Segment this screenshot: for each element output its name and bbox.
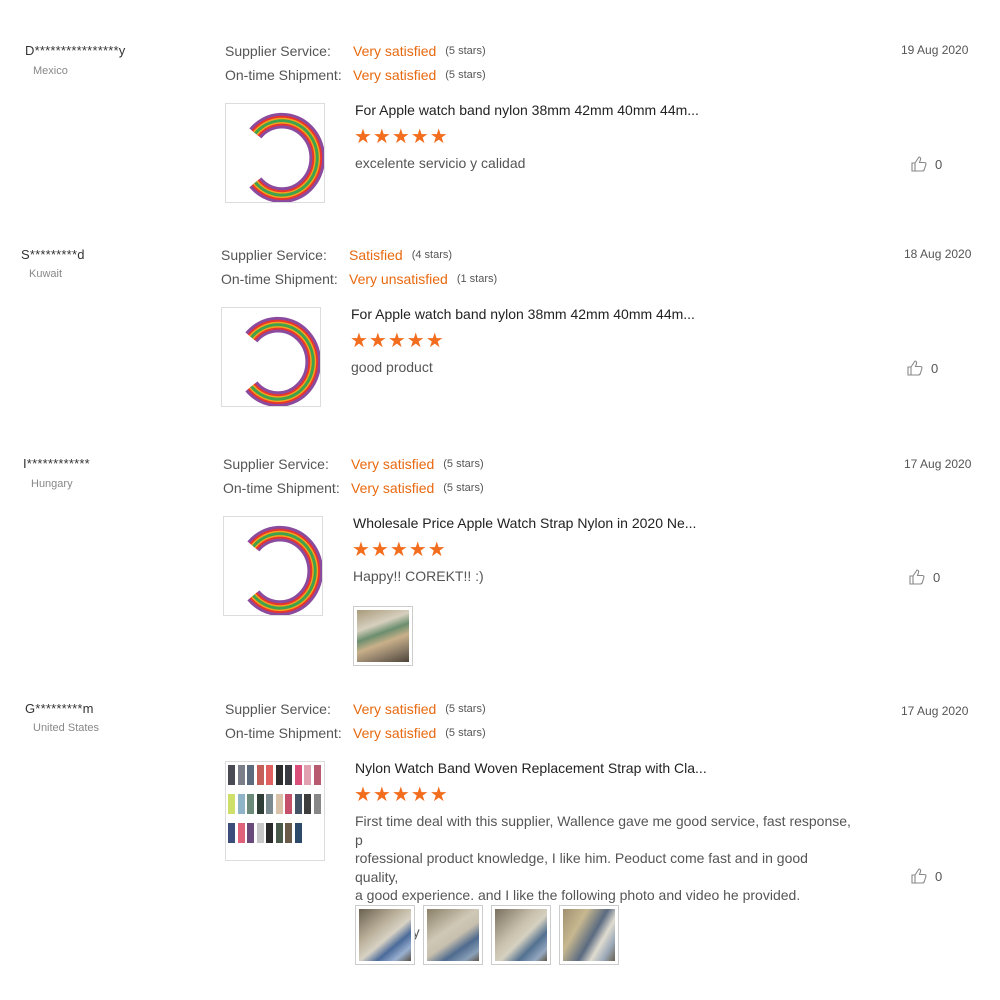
review-text-line: rofessional product knowledge, I like hi… xyxy=(355,850,808,885)
product-thumbnail[interactable] xyxy=(221,307,321,407)
review-date: 17 Aug 2020 xyxy=(904,457,972,471)
product-star-rating: ★★★★★ xyxy=(352,539,447,561)
like-button[interactable]: 0 xyxy=(908,568,940,586)
supplier-service-value: Very satisfied xyxy=(353,701,437,717)
review-date: 17 Aug 2020 xyxy=(901,704,969,718)
rainbow-watch-band-icon xyxy=(247,525,322,615)
like-count: 0 xyxy=(935,868,943,884)
supplier-service-value: Very satisfied xyxy=(351,456,435,472)
seller-ratings: Supplier Service: Satisfied (4 stars) On-t… xyxy=(221,243,497,291)
rainbow-watch-band-icon xyxy=(249,112,324,202)
like-count: 0 xyxy=(933,569,941,585)
supplier-service-label: Supplier Service: xyxy=(225,701,331,717)
thumbs-up-icon xyxy=(909,569,925,585)
supplier-service-value: Satisfied xyxy=(349,247,403,263)
shipment-label: On-time Shipment: xyxy=(223,480,340,496)
product-title[interactable]: For Apple watch band nylon 38mm 42mm 40m… xyxy=(355,102,699,118)
product-title[interactable]: For Apple watch band nylon 38mm 42mm 40m… xyxy=(351,306,695,322)
review-text: Happy!! COREKT!! :) xyxy=(353,568,484,584)
reviewer-country: Mexico xyxy=(33,65,68,77)
shipment-label: On-time Shipment: xyxy=(225,67,342,83)
review-photo-image xyxy=(495,909,547,961)
shipment-label: On-time Shipment: xyxy=(225,725,342,741)
shipment-stars: (1 stars) xyxy=(456,273,498,285)
reviewer-name: I************ xyxy=(23,456,90,471)
reviewer-country: Kuwait xyxy=(29,268,63,280)
like-button[interactable]: 0 xyxy=(906,359,938,377)
review-text: excelente servicio y calidad xyxy=(355,155,526,171)
review-text: good product xyxy=(351,359,433,375)
product-thumbnail[interactable] xyxy=(225,761,325,861)
review-photo-image xyxy=(563,909,615,961)
supplier-service-label: Supplier Service: xyxy=(225,43,331,59)
product-thumbnail[interactable] xyxy=(223,516,323,616)
product-star-rating: ★★★★★ xyxy=(354,126,449,148)
color-swatch-grid-icon xyxy=(228,765,324,859)
like-button[interactable]: 0 xyxy=(910,155,942,173)
product-title[interactable]: Wholesale Price Apple Watch Strap Nylon … xyxy=(353,515,696,531)
shipment-stars: (5 stars) xyxy=(445,727,486,739)
review-photo-image xyxy=(359,909,411,961)
reviewer-country: United States xyxy=(33,722,100,734)
review-date: 19 Aug 2020 xyxy=(901,43,969,57)
review-photo[interactable] xyxy=(355,905,415,965)
thumbs-up-icon xyxy=(911,156,927,172)
reviewer-name: S*********d xyxy=(21,247,85,262)
reviewer-country: Hungary xyxy=(31,478,73,490)
shipment-value: Very unsatisfied xyxy=(349,271,448,287)
review-photo[interactable] xyxy=(559,905,619,965)
product-thumbnail[interactable] xyxy=(225,103,325,203)
reviewer-name: D****************y xyxy=(25,43,126,58)
thumbs-up-icon xyxy=(911,868,927,884)
shipment-value: Very satisfied xyxy=(353,67,437,83)
thumbs-up-icon xyxy=(907,360,923,376)
shipment-label: On-time Shipment: xyxy=(221,271,338,287)
supplier-service-label: Supplier Service: xyxy=(223,456,329,472)
supplier-service-stars: (5 stars) xyxy=(443,458,484,470)
supplier-service-stars: (4 stars) xyxy=(411,249,453,261)
review-text-line: First time deal with this supplier, Wall… xyxy=(355,813,851,848)
shipment-stars: (5 stars) xyxy=(443,482,484,494)
reviewer-name: G*********m xyxy=(25,701,94,716)
seller-ratings: Supplier Service: Very satisfied (5 stars)… xyxy=(225,39,486,87)
product-star-rating: ★★★★★ xyxy=(354,784,449,806)
supplier-service-value: Very satisfied xyxy=(353,43,437,59)
review-photo-image xyxy=(357,610,409,662)
supplier-service-stars: (5 stars) xyxy=(445,703,486,715)
review-photo[interactable] xyxy=(353,606,413,666)
like-button[interactable]: 0 xyxy=(910,867,942,885)
product-star-rating: ★★★★★ xyxy=(350,330,445,352)
supplier-service-stars: (5 stars) xyxy=(445,45,486,57)
seller-ratings: Supplier Service: Very satisfied (5 stars)… xyxy=(223,452,484,500)
shipment-value: Very satisfied xyxy=(351,480,435,496)
shipment-value: Very satisfied xyxy=(353,725,437,741)
like-count: 0 xyxy=(931,360,939,376)
product-title[interactable]: Nylon Watch Band Woven Replacement Strap… xyxy=(355,760,707,776)
shipment-stars: (5 stars) xyxy=(445,69,486,81)
supplier-service-label: Supplier Service: xyxy=(221,247,327,263)
like-count: 0 xyxy=(935,156,943,172)
review-date: 18 Aug 2020 xyxy=(904,247,972,261)
rainbow-watch-band-icon xyxy=(245,316,320,406)
seller-ratings: Supplier Service: Very satisfied (5 stars)… xyxy=(225,697,486,745)
review-photo[interactable] xyxy=(423,905,483,965)
review-photo-image xyxy=(427,909,479,961)
review-photo[interactable] xyxy=(491,905,551,965)
